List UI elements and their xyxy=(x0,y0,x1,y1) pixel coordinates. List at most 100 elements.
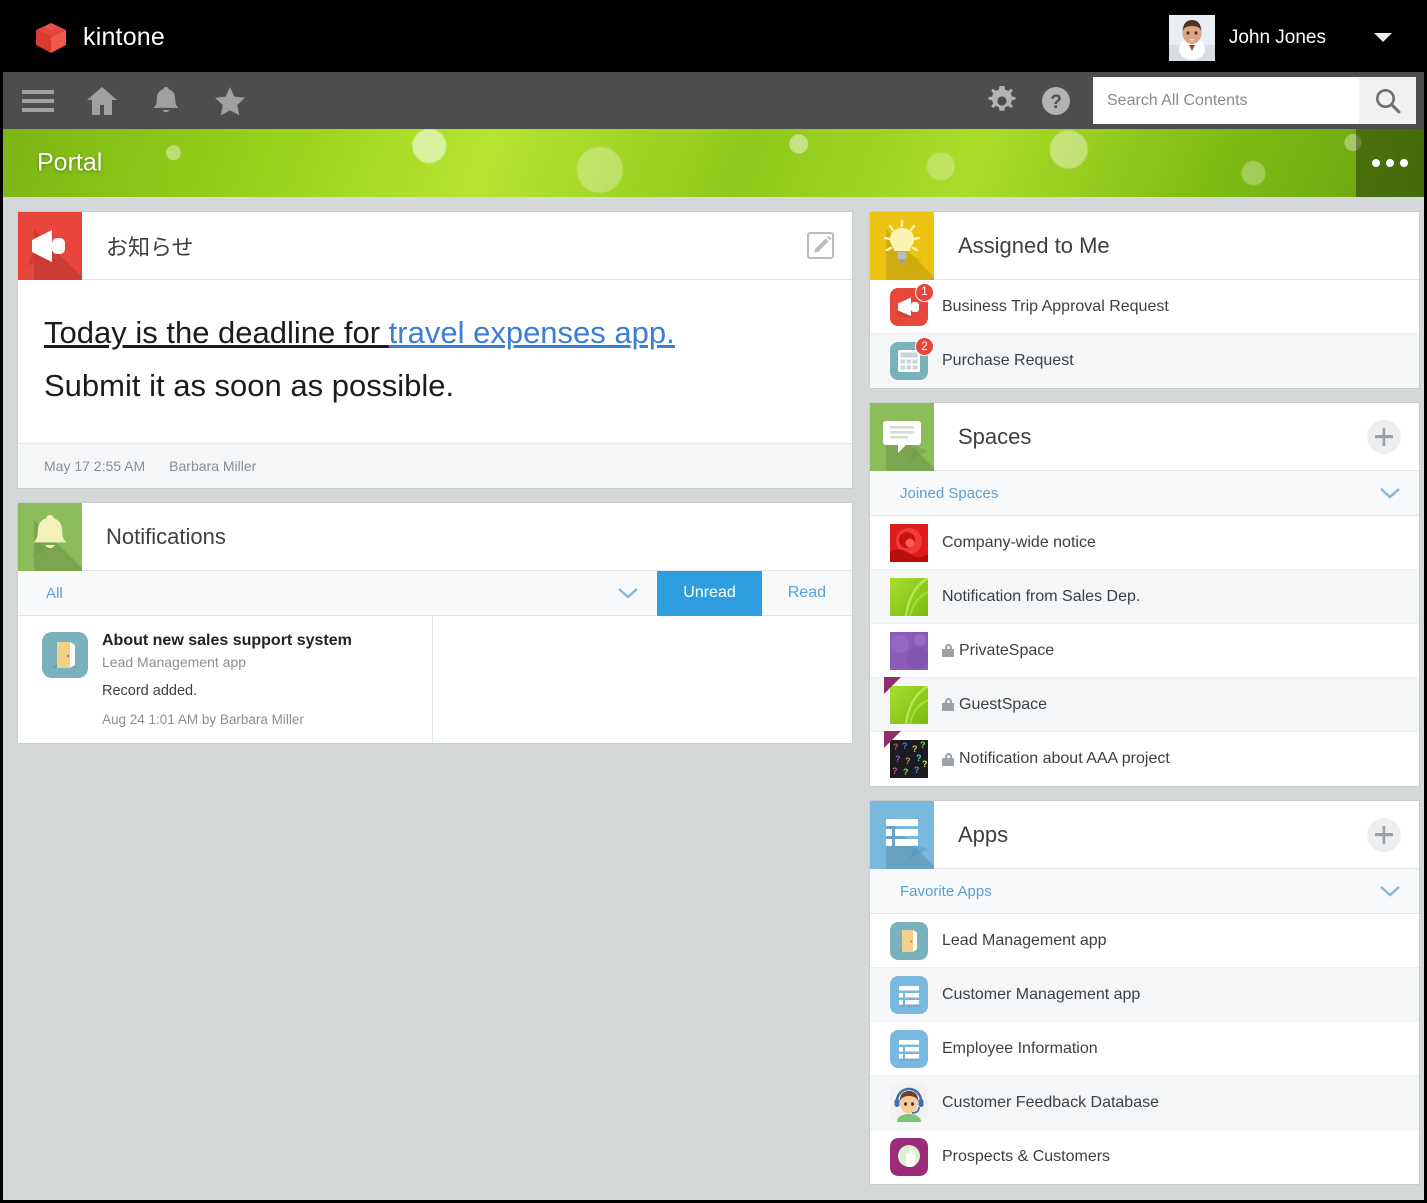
edit-pencil-icon[interactable] xyxy=(807,232,834,259)
app-item-employee-information[interactable]: Employee Information xyxy=(870,1022,1419,1076)
search-input[interactable] xyxy=(1093,77,1359,124)
tab-unread[interactable]: Unread xyxy=(657,570,762,616)
assigned-to-me-panel: Assigned to Me 1 Business Trip Approval … xyxy=(869,211,1420,389)
notification-title: About new sales support system xyxy=(102,632,352,649)
app-item-prospects-customers[interactable]: Prospects & Customers xyxy=(870,1130,1419,1184)
badge-count: 2 xyxy=(915,337,934,356)
page-title: Portal xyxy=(37,148,103,177)
space-item-label: Notification about AAA project xyxy=(942,750,1170,768)
svg-text:?: ? xyxy=(914,765,920,775)
app-item-label: Lead Management app xyxy=(942,931,1107,949)
home-icon[interactable] xyxy=(75,72,129,129)
brand[interactable]: kintone xyxy=(33,22,165,54)
list-icon xyxy=(870,801,934,869)
announcement-header: お知らせ xyxy=(18,212,852,280)
app-item-label: Customer Management app xyxy=(942,985,1141,1003)
space-item-company-wide-notice[interactable]: Company-wide notice xyxy=(870,516,1419,570)
megaphone-icon xyxy=(18,212,82,280)
purple-texture-thumbnail xyxy=(890,631,928,670)
user-menu[interactable]: John Jones xyxy=(1168,14,1406,61)
search-button[interactable] xyxy=(1359,77,1416,124)
space-item-label: GuestSpace xyxy=(942,696,1047,714)
notification-app-name: Lead Management app xyxy=(102,654,246,670)
app-item-label: Employee Information xyxy=(942,1039,1098,1057)
svg-text:?: ? xyxy=(1050,92,1062,113)
app-item-label: Customer Feedback Database xyxy=(942,1093,1159,1111)
space-item-label: Notification from Sales Dep. xyxy=(942,587,1141,605)
red-rose-thumbnail xyxy=(890,523,928,562)
chevron-down-icon[interactable] xyxy=(617,586,639,600)
gear-icon[interactable] xyxy=(975,72,1029,129)
apps-panel: Apps Favorite Apps Lead Management app C… xyxy=(869,800,1420,1185)
green-leaf-thumbnail xyxy=(890,577,928,616)
app-item-customer-feedback[interactable]: Customer Feedback Database xyxy=(870,1076,1419,1130)
badge-count: 1 xyxy=(915,282,934,302)
space-item-private-space[interactable]: PrivateSpace xyxy=(870,624,1419,678)
avatar xyxy=(1168,14,1215,61)
svg-text:?: ? xyxy=(905,756,911,766)
apps-title: Apps xyxy=(958,821,1009,847)
announcement-title: お知らせ xyxy=(106,234,194,260)
notifications-title: Notifications xyxy=(106,523,226,549)
notification-message: Record added. xyxy=(102,683,198,699)
joined-spaces-section-header[interactable]: Joined Spaces xyxy=(870,471,1419,516)
bell-icon xyxy=(18,503,82,571)
user-name: John Jones xyxy=(1228,26,1326,48)
brand-name: kintone xyxy=(83,23,166,51)
notification-list-item[interactable]: About new sales support system Lead Mana… xyxy=(18,616,852,743)
chevron-down-icon[interactable] xyxy=(1379,884,1401,898)
assigned-item-purchase-request[interactable]: 2 Purchase Request xyxy=(870,334,1419,388)
section-label: Favorite Apps xyxy=(900,882,992,900)
right-column: Assigned to Me 1 Business Trip Approval … xyxy=(869,211,1420,1185)
svg-text:?: ? xyxy=(916,753,922,763)
app-item-lead-management[interactable]: Lead Management app xyxy=(870,914,1419,968)
guest-space-corner-marker xyxy=(884,676,901,694)
space-item-notification-sales-dep[interactable]: Notification from Sales Dep. xyxy=(870,570,1419,624)
notifications-panel: Notifications All Unread Read About new … xyxy=(17,502,853,744)
hamburger-menu-icon[interactable] xyxy=(11,72,65,129)
filter-all-dropdown[interactable]: All xyxy=(18,585,63,602)
notification-detail-pane xyxy=(433,616,852,743)
announcement-line-2: Submit it as soon as possible. xyxy=(44,367,455,403)
add-space-button[interactable] xyxy=(1367,419,1401,454)
travel-expenses-app-link[interactable]: travel expenses app. xyxy=(389,315,675,350)
open-door-app-icon xyxy=(42,632,88,678)
svg-text:?: ? xyxy=(922,759,928,769)
chevron-down-icon[interactable] xyxy=(1374,33,1392,42)
portal-banner: Portal xyxy=(3,129,1424,197)
assigned-item-business-trip[interactable]: 1 Business Trip Approval Request xyxy=(870,280,1419,334)
calculator-icon: 2 xyxy=(890,337,934,380)
list-app-icon xyxy=(890,1029,928,1068)
space-item-guest-space[interactable]: GuestSpace xyxy=(870,676,1419,732)
bell-icon[interactable] xyxy=(139,72,193,129)
guest-space-corner-marker xyxy=(884,731,901,748)
lock-icon xyxy=(942,752,954,766)
add-app-button[interactable] xyxy=(1367,817,1401,852)
assigned-to-me-title: Assigned to Me xyxy=(958,232,1110,258)
spaces-title: Spaces xyxy=(958,423,1032,449)
app-item-customer-management[interactable]: Customer Management app xyxy=(870,968,1419,1022)
assigned-to-me-header: Assigned to Me xyxy=(870,212,1419,280)
space-item-aaa-project[interactable]: ? ? ? ? ? ? ? ? ? ? ? Notification about… xyxy=(870,731,1419,786)
announcement-body: Today is the deadline for travel expense… xyxy=(18,280,852,443)
browser-window: kintone John Jones ? Search All Contents… xyxy=(0,0,1427,1203)
svg-text:?: ? xyxy=(892,766,898,776)
space-item-label: PrivateSpace xyxy=(942,642,1054,660)
notification-meta: Aug 24 1:01 AM by Barbara Miller xyxy=(102,712,304,727)
spaces-header: Spaces xyxy=(870,403,1419,471)
notifications-header: Notifications xyxy=(18,503,852,571)
announcement-footer: May 17 2:55 AM Barbara Miller xyxy=(18,443,852,488)
svg-text:?: ? xyxy=(920,740,926,750)
help-question-icon[interactable]: ? xyxy=(1029,72,1083,129)
more-options-icon[interactable] xyxy=(1356,129,1424,197)
search-box xyxy=(1093,77,1416,124)
announcement-line-1: Today is the deadline for travel expense… xyxy=(44,310,826,357)
star-icon[interactable] xyxy=(203,72,257,129)
announcement-line-1-prefix: Today is the deadline for xyxy=(44,315,389,350)
purple-hand-icon xyxy=(890,1138,928,1176)
open-door-app-icon xyxy=(890,921,928,960)
chevron-down-icon[interactable] xyxy=(1379,486,1401,500)
favorite-apps-section-header[interactable]: Favorite Apps xyxy=(870,869,1419,914)
tab-read[interactable]: Read xyxy=(762,571,852,616)
notifications-filter-bar: All Unread Read xyxy=(18,570,852,616)
